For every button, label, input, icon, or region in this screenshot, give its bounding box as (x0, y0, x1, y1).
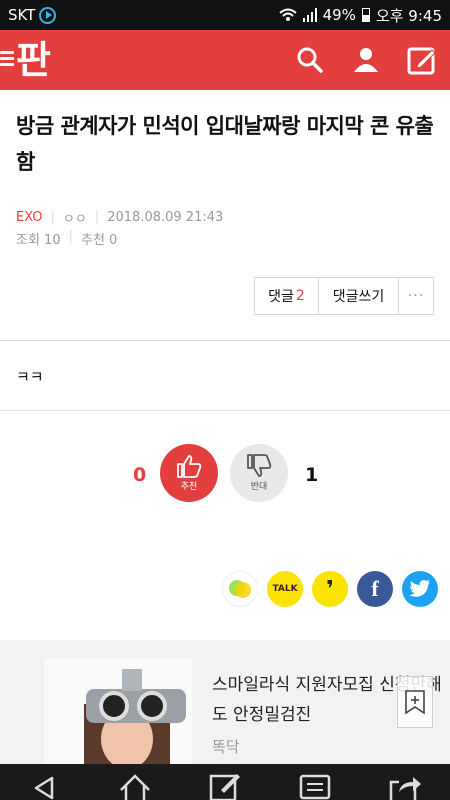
write-icon[interactable] (203, 764, 247, 800)
downvote-button[interactable]: 반대 (230, 444, 288, 502)
post-title: 방금 관계자가 민석이 입대날짜랑 마지막 콘 유출함 (16, 114, 434, 174)
bookmark-share-icon[interactable]: ❜ (312, 571, 348, 607)
clock: 오후 9:45 (375, 6, 442, 25)
status-bar: SKT 49% 오후 9:45 (0, 0, 450, 30)
downvote-count: 1 (305, 464, 319, 486)
facebook-share-icon[interactable]: f (357, 571, 393, 607)
bottom-toolbar (0, 764, 450, 800)
user-icon[interactable] (348, 42, 384, 78)
search-icon[interactable] (292, 42, 328, 78)
home-icon[interactable] (113, 764, 157, 800)
downvote-label: 반대 (250, 482, 268, 492)
thumbs-down-icon (247, 454, 272, 477)
vote-section: 0 추천 반대 1 (0, 444, 450, 504)
play-icon (39, 6, 57, 24)
post-author: ㅇㅇ (62, 212, 87, 227)
twitter-share-icon[interactable] (402, 571, 438, 607)
comments-count: 2 (295, 288, 305, 304)
post-meta: EXO | ㅇㅇ | 2018.08.09 21:43 (16, 210, 224, 227)
wifi-icon (278, 8, 297, 21)
kakaotalk-share-icon[interactable]: TALK (267, 571, 303, 607)
thumbs-up-icon (177, 455, 202, 478)
post-body: ㅋㅋ (16, 368, 44, 386)
battery-icon (361, 8, 370, 22)
comment-toolbar: 댓글 2 댓글쓰기 ··· (254, 277, 434, 315)
promo-source: 똑닥 (212, 738, 240, 756)
divider (0, 340, 450, 341)
share-icon[interactable] (383, 764, 427, 800)
carrier-label: SKT (8, 6, 36, 24)
more-button[interactable]: ··· (399, 278, 433, 314)
comment-icon[interactable] (293, 764, 337, 800)
upvote-button[interactable]: 추천 (160, 444, 218, 502)
kakaostory-share-icon[interactable] (222, 571, 258, 607)
menu-icon[interactable] (0, 51, 14, 67)
promo-image (44, 659, 192, 764)
comments-button[interactable]: 댓글 2 (255, 278, 319, 314)
post-datetime: 2018.08.09 21:43 (107, 210, 224, 225)
share-bar: TALK ❜ f (222, 571, 438, 607)
bookmark-add-icon[interactable] (397, 676, 433, 728)
battery-percent: 49% (322, 6, 356, 24)
upvote-count: 0 (133, 464, 147, 486)
write-comment-button[interactable]: 댓글쓰기 (319, 278, 399, 314)
promo-card[interactable]: 스마일라식 지원자모집 신청만해도 안정밀검진 똑닥 (0, 640, 450, 764)
back-icon[interactable] (23, 764, 67, 800)
app-header: 판 (0, 30, 450, 90)
app-logo[interactable]: 판 (16, 38, 51, 82)
comments-label: 댓글 (268, 289, 294, 305)
view-count: 조회 10 (16, 233, 61, 248)
divider (0, 410, 450, 411)
post-category[interactable]: EXO (16, 210, 43, 225)
post-stats: 조회 10 | 추천 0 (16, 229, 118, 248)
recommend-count: 추천 0 (81, 233, 118, 248)
upvote-label: 추천 (180, 482, 198, 492)
compose-icon[interactable] (404, 42, 440, 78)
signal-icon (302, 8, 317, 22)
